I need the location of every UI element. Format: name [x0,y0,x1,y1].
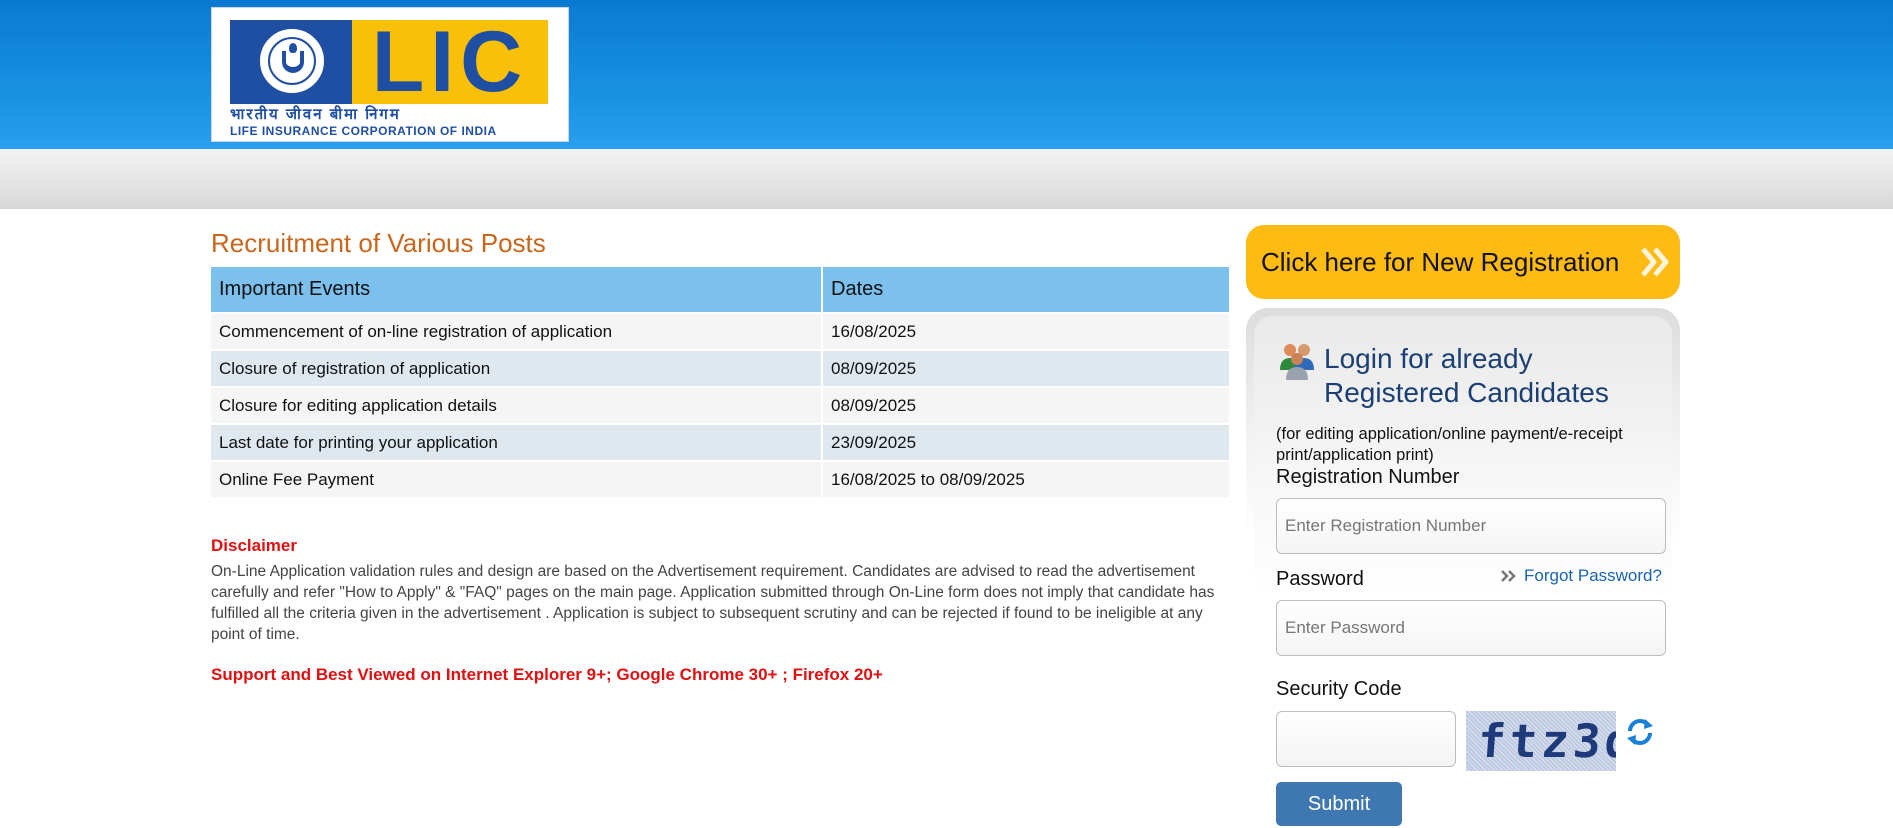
page-title: Recruitment of Various Posts [211,228,546,258]
disclaimer-title: Disclaimer [211,536,297,555]
submit-button[interactable]: Submit [1276,782,1402,826]
password-input[interactable] [1276,600,1666,656]
table-row: Online Fee Payment 16/08/2025 to 08/09/2… [211,460,1231,497]
registration-number-label: Registration Number [1276,466,1460,488]
table-row: Last date for printing your application … [211,423,1231,461]
date-cell: 16/08/2025 [822,312,1231,350]
table-header-events: Important Events [211,267,823,313]
users-group-icon [1280,344,1314,380]
date-cell: 08/09/2025 [822,349,1231,387]
login-heading: Login for already Registered Candidates [1324,343,1609,408]
security-code-input[interactable] [1276,711,1456,767]
events-table: Important Events Dates Commencement of o… [211,267,1231,497]
password-label: Password [1276,568,1364,590]
event-cell: Closure of registration of application [211,349,823,387]
date-cell: 23/09/2025 [822,423,1231,461]
event-cell: Commencement of on-line registration of … [211,312,823,350]
disclaimer-text: On-Line Application validation rules and… [211,563,1215,643]
security-code-label: Security Code [1276,678,1402,700]
registration-number-input[interactable] [1276,498,1666,554]
table-header-dates: Dates [822,267,1231,313]
captcha-image: ftz3q [1466,711,1616,771]
logo-wordmark: LIC [352,19,548,105]
lic-emblem-icon [230,20,352,104]
event-cell: Online Fee Payment [211,460,823,497]
forgot-password-label: Forgot Password? [1524,566,1662,585]
nav-band [0,149,1893,209]
browser-support-note: Support and Best Viewed on Internet Expl… [211,665,883,684]
table-row: Commencement of on-line registration of … [211,312,1231,350]
login-subtext: (for editing application/online payment/… [1276,425,1623,464]
forgot-password-link[interactable]: Forgot Password? [1500,566,1662,586]
date-cell: 08/09/2025 [822,386,1231,424]
table-row: Closure of registration of application 0… [211,349,1231,387]
captcha-text: ftz3q [1476,714,1616,768]
header-band: LIC भारतीय जीवन बीमा निगम LIFE INSURANCE… [0,0,1893,149]
logo-hindi-name: भारतीय जीवन बीमा निगम [230,106,401,123]
login-panel: Login for already Registered Candidates … [1246,308,1680,828]
event-cell: Last date for printing your application [211,423,823,461]
logo-english-name: LIFE INSURANCE CORPORATION OF INDIA [230,124,497,138]
double-chevron-right-icon [1501,570,1516,582]
date-cell: 16/08/2025 to 08/09/2025 [822,460,1231,497]
table-row: Closure for editing application details … [211,386,1231,424]
table-header-row: Important Events Dates [211,267,1231,313]
new-registration-label: Click here for New Registration [1261,247,1620,277]
event-cell: Closure for editing application details [211,386,823,424]
double-chevron-right-icon [1641,247,1669,277]
refresh-icon[interactable] [1624,716,1656,748]
lic-logo[interactable]: LIC भारतीय जीवन बीमा निगम LIFE INSURANCE… [211,7,569,142]
new-registration-button[interactable]: Click here for New Registration [1246,225,1680,299]
